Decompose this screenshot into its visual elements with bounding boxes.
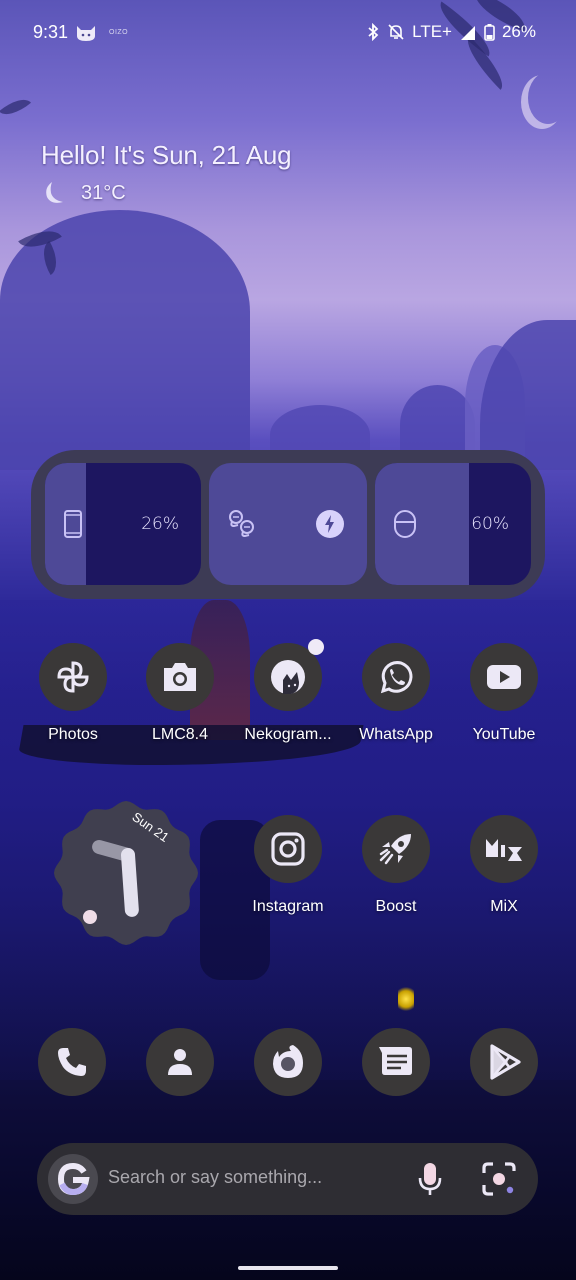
wallpaper-leaf xyxy=(35,241,65,275)
mix-icon xyxy=(486,839,522,861)
clock-face xyxy=(54,801,198,945)
at-a-glance-greeting[interactable]: Hello! It's Sun, 21 Aug xyxy=(41,140,292,171)
analog-clock-widget[interactable]: Sun 21 xyxy=(50,797,202,949)
whatsapp-icon xyxy=(380,661,413,694)
app-boost[interactable]: Boost xyxy=(341,815,451,916)
app-lmc8-4[interactable]: LMC8.4 xyxy=(125,643,235,744)
camera-icon xyxy=(164,663,196,691)
dock-contacts[interactable] xyxy=(146,1028,214,1096)
app-label: Nekogram... xyxy=(244,726,332,743)
messages-icon xyxy=(379,1047,412,1075)
search-input[interactable]: Search or say something... xyxy=(108,1167,322,1188)
battery-percent-phone: 26% xyxy=(141,514,179,534)
app-nekogram[interactable]: Nekogram... xyxy=(233,639,343,744)
app-instagram[interactable]: Instagram xyxy=(233,815,343,916)
app-youtube[interactable]: YouTube xyxy=(449,643,559,744)
wallpaper-moon xyxy=(528,72,568,124)
dock-play-store[interactable] xyxy=(470,1028,538,1096)
app-photos[interactable]: Photos xyxy=(18,643,128,744)
contacts-person-icon xyxy=(168,1049,192,1075)
microphone-icon[interactable] xyxy=(416,1161,444,1197)
app-label: Photos xyxy=(48,726,98,743)
app-label: Boost xyxy=(375,898,417,915)
at-a-glance-weather[interactable]: 31°C xyxy=(41,180,126,206)
google-g-glyph xyxy=(57,1162,90,1196)
battery-widget[interactable]: 26% 60% xyxy=(31,450,545,599)
battery-percent: 26% xyxy=(501,22,536,41)
app-label: Instagram xyxy=(252,898,324,915)
app-label: LMC8.4 xyxy=(151,726,209,743)
google-search-bar[interactable]: Search or say something... xyxy=(37,1143,538,1215)
cat-face-icon xyxy=(77,26,95,41)
notification-dot xyxy=(308,639,324,655)
firefox-icon xyxy=(273,1045,303,1078)
status-time: 9:31 xyxy=(33,22,69,42)
app-whatsapp[interactable]: WhatsApp xyxy=(341,643,451,744)
system-icons: LTE+ 26% xyxy=(366,22,536,42)
google-lens-icon[interactable] xyxy=(481,1161,517,1197)
dock-firefox[interactable] xyxy=(254,1028,322,1096)
battery-percent-mouse: 60% xyxy=(471,514,509,534)
network-type: LTE+ xyxy=(412,22,452,41)
home-gesture-bar[interactable] xyxy=(238,1266,338,1270)
app-mix[interactable]: MiX xyxy=(449,815,559,916)
phone-call-icon xyxy=(58,1048,86,1076)
earbuds-icon xyxy=(229,510,254,538)
muted-bell-icon xyxy=(388,24,404,40)
play-store-icon xyxy=(490,1044,521,1080)
oizo-icon: OIZO xyxy=(109,29,129,36)
nekogram-cat-icon xyxy=(271,660,305,694)
app-label: YouTube xyxy=(472,726,536,743)
wallpaper-leaf xyxy=(0,91,31,123)
clock-second-dot xyxy=(83,910,97,924)
status-bar: 9:31 OIZO LTE+ 26% xyxy=(0,0,576,66)
instagram-icon xyxy=(271,832,305,866)
wallpaper-mountain xyxy=(480,320,576,470)
battery-card-earbuds[interactable] xyxy=(209,463,367,585)
phone-icon xyxy=(64,510,82,538)
app-label: MiX xyxy=(490,898,518,915)
wallpaper-lantern xyxy=(398,985,414,1013)
mouse-icon xyxy=(394,510,416,538)
google-g-icon[interactable] xyxy=(48,1154,98,1204)
dock-messages[interactable] xyxy=(362,1028,430,1096)
pinwheel-icon xyxy=(57,661,89,693)
wallpaper-mountain xyxy=(0,210,250,470)
dock-phone[interactable] xyxy=(38,1028,106,1096)
battery-card-phone[interactable]: 26% xyxy=(45,463,201,585)
app-label: WhatsApp xyxy=(359,726,433,743)
moon-icon xyxy=(46,182,63,203)
rocket-icon xyxy=(379,834,411,865)
temperature: 31°C xyxy=(81,181,126,204)
bluetooth-icon xyxy=(368,23,379,41)
clock-minute-hand xyxy=(121,848,139,917)
youtube-icon xyxy=(487,665,521,689)
battery-card-mouse[interactable]: 60% xyxy=(375,463,531,585)
signal-icon xyxy=(460,26,475,40)
charging-bolt-icon xyxy=(316,510,344,538)
wallpaper-mountain xyxy=(465,345,525,465)
battery-icon xyxy=(484,24,495,41)
wallpaper-leaf xyxy=(18,221,62,257)
